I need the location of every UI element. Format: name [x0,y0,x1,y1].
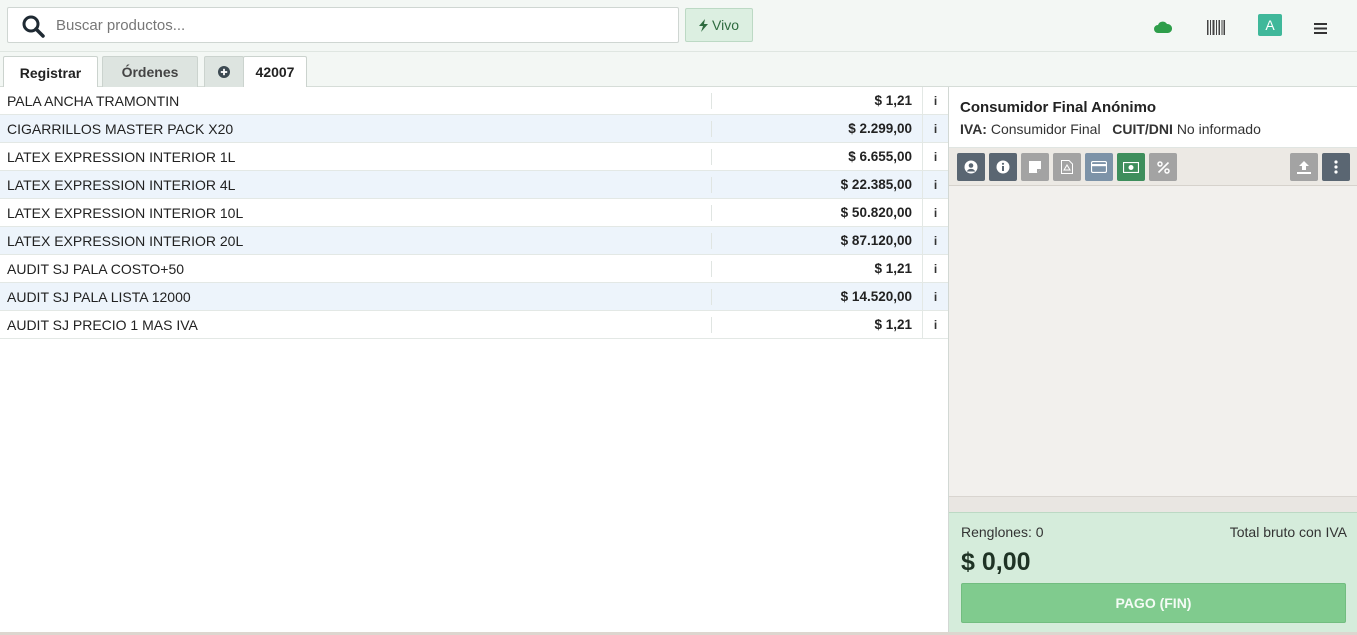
iva-value: Consumidor Final [990,121,1101,137]
info-icon [996,160,1010,174]
card-icon [1091,161,1107,173]
cart-area [949,186,1357,496]
top-bar: Vivo A [0,0,1357,52]
total-amount: $ 0,00 [961,548,1031,576]
pay-button-label: PAGO (FIN) [1115,595,1192,611]
pdf-icon [1061,160,1073,174]
note-icon [1029,161,1041,173]
tab-order-42007[interactable]: 42007 [243,56,307,87]
doc-label: CUIT/DNI [1112,121,1173,137]
barcode-icon[interactable] [1207,20,1225,35]
product-info-button[interactable]: i [922,254,948,283]
product-info-button[interactable]: i [922,86,948,115]
upload-icon [1297,160,1311,174]
percent-icon [1156,160,1170,174]
product-info-button[interactable]: i [922,282,948,311]
product-price: $ 22.385,00 [840,177,912,192]
menu-icon[interactable] [1314,23,1327,34]
product-info-button[interactable]: i [922,114,948,143]
product-list: PALA ANCHA TRAMONTIN $ 1,21 i CIGARRILLO… [0,86,948,632]
product-price: $ 50.820,00 [840,205,912,220]
customer-button[interactable] [957,153,985,181]
product-row[interactable]: CIGARRILLOS MASTER PACK X20 $ 2.299,00 i [0,114,948,143]
cloud-icon[interactable] [1154,21,1172,33]
product-name: PALA ANCHA TRAMONTIN [0,92,712,109]
info-button[interactable] [989,153,1017,181]
cart-separator [949,496,1357,512]
sale-summary: Renglones: 0 Total bruto con IVA $ 0,00 … [949,512,1357,632]
tab-bar: Registrar Órdenes 42007 [0,52,1357,88]
product-info-button[interactable]: i [922,170,948,199]
product-price: $ 1,21 [874,261,912,276]
product-row[interactable]: PALA ANCHA TRAMONTIN $ 1,21 i [0,86,948,115]
pdf-button[interactable] [1053,153,1081,181]
avatar-letter: A [1265,17,1275,33]
product-price: $ 2.299,00 [848,121,912,136]
product-name: AUDIT SJ PRECIO 1 MAS IVA [0,316,712,333]
live-label: Vivo [712,17,739,33]
product-name: LATEX EXPRESSION INTERIOR 20L [0,232,712,249]
doc-value: No informado [1176,121,1261,137]
product-info-button[interactable]: i [922,310,948,339]
upload-button[interactable] [1290,153,1318,181]
sale-panel: Consumidor Final Anónimo IVA: Consumidor… [948,87,1357,632]
discount-button[interactable] [1149,153,1177,181]
product-name: LATEX EXPRESSION INTERIOR 10L [0,204,712,221]
line-count: Renglones: 0 [961,524,1044,540]
customer-meta: IVA: Consumidor Final CUIT/DNI No inform… [960,121,1261,137]
tab-order-number: 42007 [255,64,295,80]
customer-name: Consumidor Final Anónimo [960,99,1157,116]
tab-registrar[interactable]: Registrar [3,56,98,88]
product-price: $ 1,21 [874,317,912,332]
product-row[interactable]: LATEX EXPRESSION INTERIOR 10L $ 50.820,0… [0,198,948,227]
add-order-button[interactable] [204,56,244,87]
product-price: $ 1,21 [874,93,912,108]
product-price: $ 6.655,00 [848,149,912,164]
pay-button[interactable]: PAGO (FIN) [961,583,1346,623]
product-row[interactable]: AUDIT SJ PALA COSTO+50 $ 1,21 i [0,254,948,283]
product-info-button[interactable]: i [922,198,948,227]
live-button[interactable]: Vivo [685,8,753,42]
tab-ordenes[interactable]: Órdenes [102,56,198,87]
product-row[interactable]: AUDIT SJ PALA LISTA 12000 $ 14.520,00 i [0,282,948,311]
sale-toolbar [949,148,1357,186]
iva-label: IVA: [960,121,987,137]
product-price: $ 14.520,00 [840,289,912,304]
product-name: AUDIT SJ PALA COSTO+50 [0,260,712,277]
product-info-button[interactable]: i [922,142,948,171]
product-row[interactable]: AUDIT SJ PRECIO 1 MAS IVA $ 1,21 i [0,310,948,339]
avatar[interactable]: A [1258,14,1282,36]
search-icon[interactable] [21,14,45,38]
product-name: LATEX EXPRESSION INTERIOR 4L [0,176,712,193]
tab-registrar-label: Registrar [19,64,82,81]
cash-icon [1123,161,1139,173]
bolt-icon [699,18,708,32]
product-row[interactable]: LATEX EXPRESSION INTERIOR 20L $ 87.120,0… [0,226,948,255]
search-box[interactable] [7,7,679,43]
product-row[interactable]: LATEX EXPRESSION INTERIOR 1L $ 6.655,00 … [0,142,948,171]
product-name: AUDIT SJ PALA LISTA 12000 [0,288,712,305]
total-label: Total bruto con IVA [1229,524,1347,540]
product-info-button[interactable]: i [922,226,948,255]
product-row[interactable]: LATEX EXPRESSION INTERIOR 4L $ 22.385,00… [0,170,948,199]
plus-circle-icon [218,66,230,78]
product-price: $ 87.120,00 [840,233,912,248]
more-icon [1334,160,1338,174]
cash-button[interactable] [1117,153,1145,181]
card-button[interactable] [1085,153,1113,181]
search-input[interactable] [56,12,666,38]
more-button[interactable] [1322,153,1350,181]
product-name: LATEX EXPRESSION INTERIOR 1L [0,148,712,165]
note-button[interactable] [1021,153,1049,181]
user-icon [964,160,978,174]
tab-ordenes-label: Órdenes [121,64,179,80]
product-name: CIGARRILLOS MASTER PACK X20 [0,120,712,137]
customer-info[interactable]: Consumidor Final Anónimo IVA: Consumidor… [949,87,1357,148]
